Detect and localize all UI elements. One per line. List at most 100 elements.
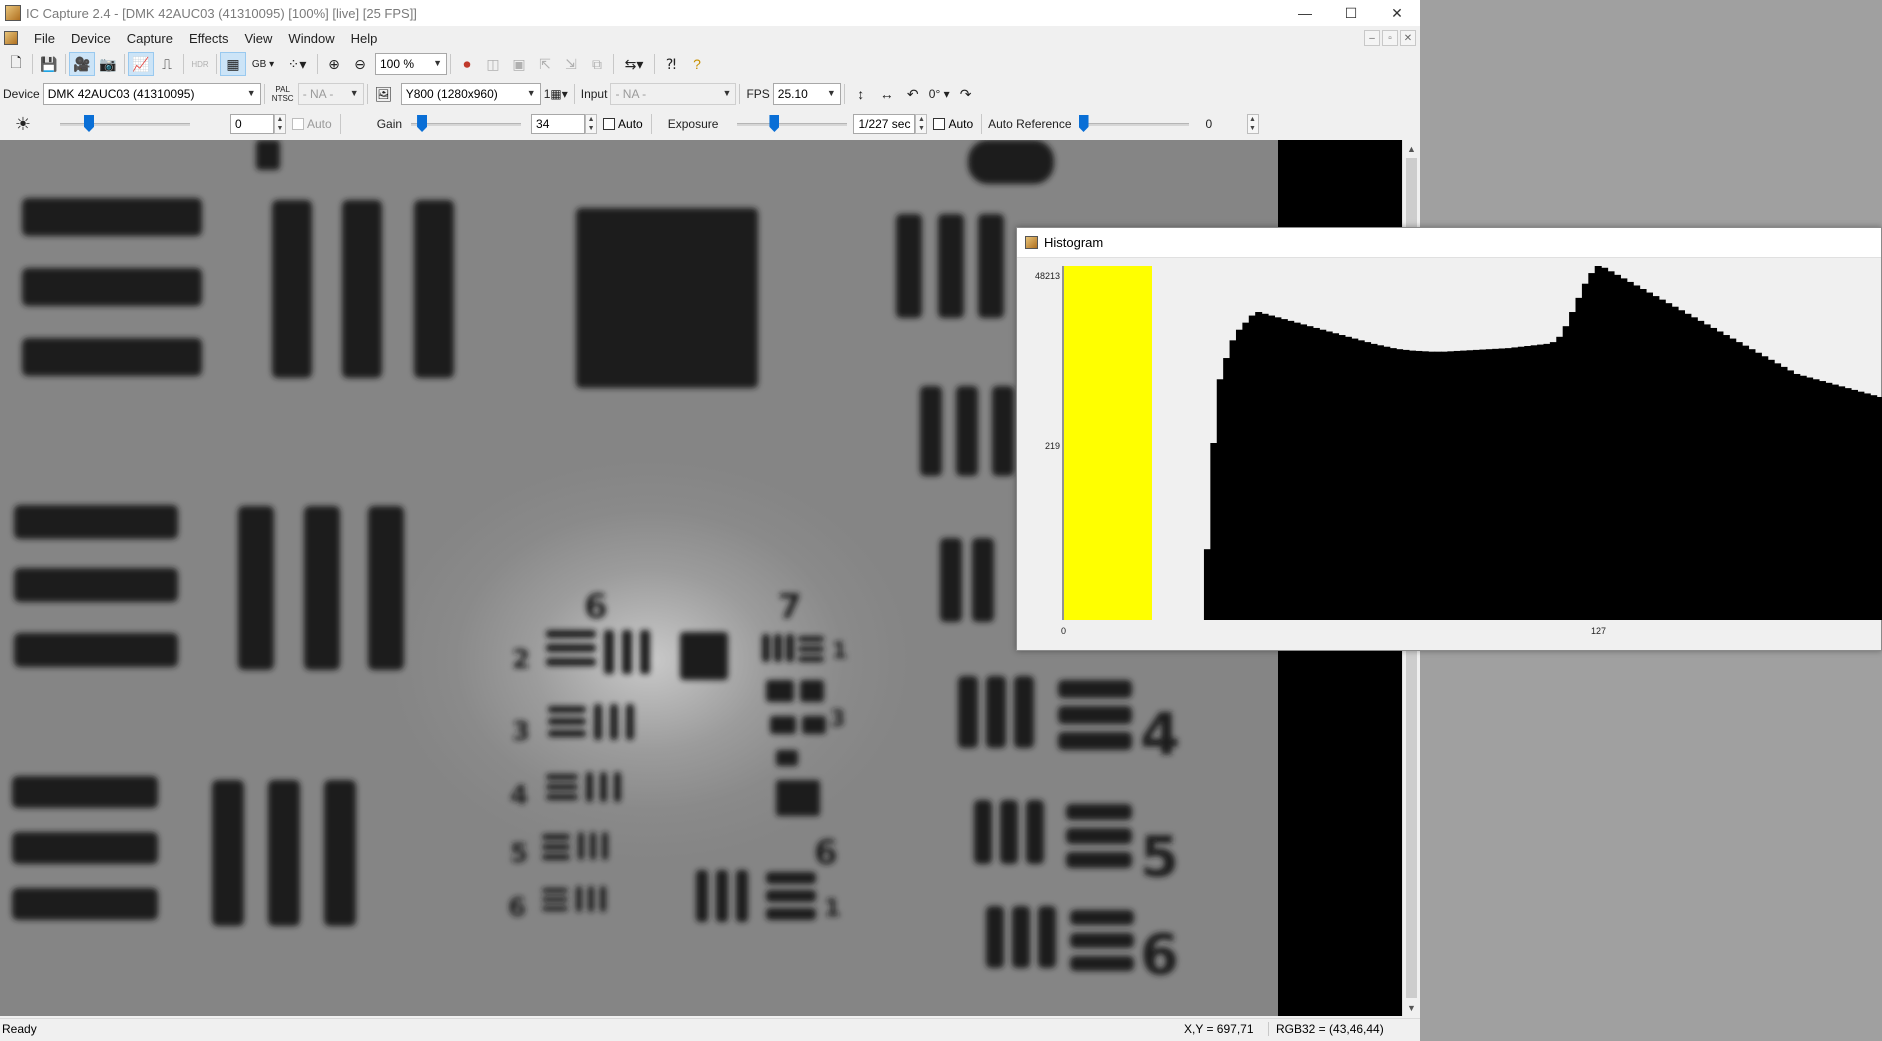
mdi-restore-button[interactable]: ▫	[1382, 30, 1398, 46]
exposure-value: 1/227 sec	[858, 117, 911, 131]
exposure-label: Exposure	[667, 117, 719, 131]
histogram-bar	[1748, 349, 1756, 620]
histogram-x-mid-label: 127	[1591, 626, 1607, 636]
flip-vertical-icon[interactable]: ↕	[848, 82, 874, 106]
slider-thumb[interactable]	[417, 115, 428, 132]
video-format-icon: 🖼	[374, 85, 393, 102]
mdi-close-button[interactable]: ✕	[1400, 30, 1416, 46]
record-icon[interactable]: ⏺	[454, 52, 480, 76]
device-combo[interactable]: DMK 42AUC03 (41310095) ▼	[42, 83, 261, 105]
rotate-left-icon[interactable]: ↶	[900, 82, 926, 106]
input-combo[interactable]: - NA - ▼	[610, 83, 737, 105]
slider-thumb[interactable]	[769, 115, 780, 132]
save-icon[interactable]: 💾	[36, 52, 62, 76]
slider-thumb[interactable]	[84, 115, 94, 132]
snapshot-camera-icon[interactable]: 📷	[95, 52, 121, 76]
brightness-auto-checkbox[interactable]: Auto	[292, 117, 332, 131]
histogram-icon[interactable]: 📈	[128, 52, 154, 76]
histogram-bar	[1473, 349, 1481, 620]
new-file-icon[interactable]: 🗋	[3, 52, 29, 76]
live-video-icon[interactable]: 🎥	[69, 52, 95, 76]
menu-window[interactable]: Window	[280, 31, 342, 46]
roi-icon[interactable]: ◫	[480, 52, 506, 76]
rotation-dropdown[interactable]: 0° ▾	[926, 87, 953, 101]
binning-dropdown[interactable]: 1▦▾	[541, 87, 571, 101]
brightness-input[interactable]: 0	[230, 114, 274, 134]
exposure-auto-checkbox[interactable]: Auto	[933, 117, 973, 131]
chevron-down-icon: ▼	[722, 88, 732, 98]
exposure-spinner[interactable]: ▲ ▼	[915, 114, 928, 134]
histogram-bar	[1633, 285, 1641, 620]
gain-slider[interactable]	[411, 114, 522, 134]
menu-help[interactable]: Help	[343, 31, 386, 46]
flip-horizontal-icon[interactable]: ↔	[874, 82, 900, 106]
fps-label: FPS	[746, 87, 770, 101]
exposure-slider[interactable]	[737, 114, 848, 134]
gain-input[interactable]: 34	[531, 114, 586, 134]
histogram-bar	[1511, 347, 1519, 620]
auto-label: Auto	[618, 117, 643, 131]
video-format-combo[interactable]: Y800 (1280x960) ▼	[400, 83, 541, 105]
brightness-spinner[interactable]: ▲ ▼	[274, 114, 286, 134]
slider-thumb[interactable]	[1078, 115, 1089, 132]
scroll-down-icon[interactable]: ▼	[1403, 999, 1420, 1016]
histogram-y-max-label: 48213	[1035, 271, 1061, 281]
menu-capture[interactable]: Capture	[119, 31, 181, 46]
help-icon[interactable]: ?	[684, 52, 710, 76]
histogram-bar	[1876, 396, 1882, 620]
video-norm-combo[interactable]: - NA - ▼	[297, 83, 364, 105]
binning-value: 1	[543, 87, 551, 101]
histogram-bar	[1332, 333, 1340, 620]
histogram-bar	[1850, 389, 1858, 620]
zoom-combo[interactable]: 100 % ▼	[375, 53, 447, 75]
maximize-button[interactable]: ☐	[1328, 0, 1374, 26]
import-icon[interactable]: ⇲	[558, 52, 584, 76]
minimize-button[interactable]: —	[1282, 0, 1328, 26]
histogram-bar	[1588, 273, 1596, 620]
menu-file[interactable]: File	[26, 31, 63, 46]
histogram-title-bar[interactable]: Histogram	[1017, 228, 1881, 258]
histogram-bar	[1806, 377, 1814, 620]
histogram-bar	[1774, 363, 1782, 620]
hdr-icon[interactable]: HDR	[187, 52, 213, 76]
pixel-value: RGB32 = (43,46,44)	[1276, 1021, 1384, 1036]
histogram-bar	[1338, 335, 1346, 620]
color-format-dropdown[interactable]: GB ▾	[246, 52, 280, 76]
histogram-window[interactable]: Histogram 48213 219 0 127	[1016, 227, 1882, 651]
color-enhance-icon[interactable]: ▦	[220, 52, 246, 76]
menu-effects[interactable]: Effects	[181, 31, 237, 46]
white-balance-dropdown[interactable]: ⁘▾	[280, 52, 314, 76]
overlay-icon[interactable]: ▣	[506, 52, 532, 76]
histogram-bar	[1479, 349, 1487, 620]
histogram-bar	[1793, 373, 1801, 620]
svg-text:5: 5	[1140, 825, 1179, 890]
menu-device[interactable]: Device	[63, 31, 119, 46]
document-icon[interactable]	[4, 31, 18, 45]
auto-reference-slider[interactable]	[1078, 114, 1189, 134]
histogram-bar	[1408, 350, 1416, 620]
trigger-icon[interactable]: ⎍	[154, 52, 180, 76]
gain-spinner[interactable]: ▲ ▼	[585, 114, 598, 134]
close-button[interactable]: ✕	[1374, 0, 1420, 26]
zoom-out-icon[interactable]: ⊖	[347, 52, 373, 76]
fps-combo[interactable]: 25.10 ▼	[772, 83, 841, 105]
brightness-slider[interactable]	[60, 114, 190, 134]
histogram-bar	[1799, 375, 1807, 620]
gain-auto-checkbox[interactable]: Auto	[603, 117, 643, 131]
zoom-in-icon[interactable]: ⊕	[321, 52, 347, 76]
menu-view[interactable]: View	[236, 31, 280, 46]
mdi-minimize-button[interactable]: –	[1364, 30, 1380, 46]
frame-filter-icon[interactable]: ⧉	[584, 52, 610, 76]
auto-reference-spinner[interactable]: ▲ ▼	[1246, 114, 1259, 134]
histogram-bar	[1549, 342, 1557, 620]
svg-text:2: 2	[512, 645, 530, 675]
whats-this-icon[interactable]: ⁈	[658, 52, 684, 76]
chevron-down-icon: ▼	[349, 88, 359, 98]
histogram-bar	[1767, 359, 1775, 620]
rotate-right-icon[interactable]: ↷	[953, 82, 979, 106]
scroll-up-icon[interactable]: ▲	[1403, 140, 1420, 157]
export-icon[interactable]: ⇱	[532, 52, 558, 76]
layout-dropdown[interactable]: ⇆▾	[617, 52, 651, 76]
exposure-input[interactable]: 1/227 sec	[853, 114, 916, 134]
svg-text:6: 6	[1140, 923, 1179, 988]
